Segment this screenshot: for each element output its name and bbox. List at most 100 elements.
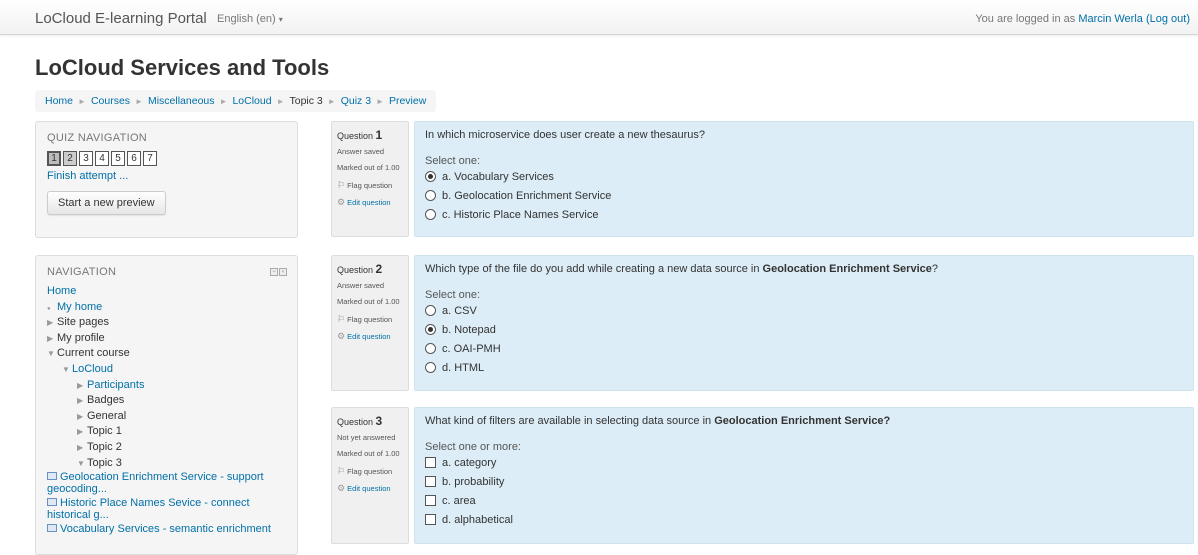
answer-radio[interactable] xyxy=(425,362,436,373)
nav-tree-item: ▼ Current course xyxy=(47,346,289,362)
triangle-right-icon[interactable]: ▶ xyxy=(47,331,57,347)
answer-option-label[interactable]: a. CSV xyxy=(442,305,477,317)
navigation-block: NAVIGATION − ‹ Home ● My home ▶ Site pages ▶ M… xyxy=(35,255,298,555)
nav-tree-item: ▶ Site pages xyxy=(47,315,289,331)
triangle-down-icon[interactable]: ▼ xyxy=(77,456,87,472)
answer-option[interactable]: b. Geolocation Enrichment Service xyxy=(425,186,1183,205)
question-number: 3 xyxy=(375,414,383,428)
quiz-question-button-4[interactable]: 4 xyxy=(95,151,109,166)
answer-option-label[interactable]: d. HTML xyxy=(442,362,484,374)
nav-tree-label[interactable]: LoCloud xyxy=(72,363,113,375)
answer-option-label[interactable]: c. area xyxy=(442,495,476,507)
answer-option[interactable]: c. OAI-PMH xyxy=(425,339,1183,358)
triangle-right-icon[interactable]: ▶ xyxy=(47,315,57,331)
answer-radio[interactable] xyxy=(425,171,436,182)
answer-option[interactable]: b. Notepad xyxy=(425,320,1183,339)
nav-tree-label: Topic 2 xyxy=(87,440,122,453)
flag-icon: ⚐ xyxy=(337,466,346,476)
collapse-icon[interactable]: ‹ xyxy=(279,268,287,276)
gear-icon: ⚙ xyxy=(337,331,346,341)
nav-tree-label[interactable]: My home xyxy=(57,301,102,313)
quiz-question-button-7[interactable]: 7 xyxy=(143,151,157,166)
answer-option[interactable]: c. Historic Place Names Service xyxy=(425,205,1183,224)
nav-tree-item[interactable]: ▼ LoCloud xyxy=(47,362,289,378)
answer-radio[interactable] xyxy=(425,324,436,335)
quiz-question-button-1[interactable]: 1 xyxy=(47,151,61,166)
answer-option[interactable]: a. Vocabulary Services xyxy=(425,167,1183,186)
language-menu[interactable]: English (en) ▾ xyxy=(217,13,283,25)
navigation-title: NAVIGATION xyxy=(47,266,117,278)
triangle-right-icon[interactable]: ▶ xyxy=(77,424,87,440)
edit-question-link[interactable]: ⚙ Edit question xyxy=(337,197,403,208)
edit-question-link[interactable]: ⚙ Edit question xyxy=(337,483,403,494)
answer-option[interactable]: d. alphabetical xyxy=(425,510,1183,529)
dock-icon[interactable]: − xyxy=(270,268,278,276)
answer-radio[interactable] xyxy=(425,209,436,220)
nav-tree-item[interactable]: Home xyxy=(47,284,289,300)
nav-tree-item[interactable]: ● My home xyxy=(47,300,289,316)
flag-icon: ⚐ xyxy=(337,180,346,190)
triangle-right-icon[interactable]: ▶ xyxy=(77,378,87,394)
triangle-down-icon[interactable]: ▼ xyxy=(47,346,57,362)
answer-option[interactable]: d. HTML xyxy=(425,358,1183,377)
edit-question-link[interactable]: ⚙ Edit question xyxy=(337,331,403,342)
nav-tree-item[interactable]: ▶ Participants xyxy=(47,378,289,394)
answer-option[interactable]: a. CSV xyxy=(425,301,1183,320)
breadcrumb-separator-icon: ► xyxy=(219,96,228,106)
answer-option-label[interactable]: a. category xyxy=(442,457,496,469)
block-controls: − ‹ xyxy=(270,268,287,276)
answer-option-label[interactable]: b. Geolocation Enrichment Service xyxy=(442,190,611,202)
breadcrumb-item[interactable]: LoCloud xyxy=(232,95,271,107)
answer-radio[interactable] xyxy=(425,305,436,316)
answer-checkbox[interactable] xyxy=(425,457,436,468)
breadcrumb-item[interactable]: Home xyxy=(45,95,73,107)
quiz-question-button-6[interactable]: 6 xyxy=(127,151,141,166)
answer-radio[interactable] xyxy=(425,343,436,354)
answer-checkbox[interactable] xyxy=(425,514,436,525)
answer-option-label[interactable]: c. Historic Place Names Service xyxy=(442,209,599,221)
answer-option-label[interactable]: c. OAI-PMH xyxy=(442,343,501,355)
edit-question-label: Edit question xyxy=(347,484,391,493)
nav-tree-label[interactable]: Historic Place Names Sevice - connect hi… xyxy=(47,497,250,521)
flag-question-toggle[interactable]: ⚐ Flag question xyxy=(337,180,403,191)
answer-option[interactable]: a. category xyxy=(425,453,1183,472)
nav-tree-label[interactable]: Geolocation Enrichment Service - support… xyxy=(47,471,264,495)
nav-tree-item[interactable]: Historic Place Names Sevice - connect hi… xyxy=(47,497,289,523)
quiz-question-button-2[interactable]: 2 xyxy=(63,151,77,166)
question-label: Question xyxy=(337,131,374,141)
breadcrumb-item[interactable]: Quiz 3 xyxy=(341,95,371,107)
user-profile-link[interactable]: Marcin Werla xyxy=(1078,13,1143,25)
breadcrumb-item[interactable]: Miscellaneous xyxy=(148,95,215,107)
answer-option-label[interactable]: b. Notepad xyxy=(442,324,496,336)
answer-option-label[interactable]: d. alphabetical xyxy=(442,514,513,526)
quiz-question-button-5[interactable]: 5 xyxy=(111,151,125,166)
flag-question-toggle[interactable]: ⚐ Flag question xyxy=(337,314,403,325)
answer-option-label[interactable]: b. probability xyxy=(442,476,504,488)
nav-tree-label[interactable]: Vocabulary Services - semantic enrichmen… xyxy=(60,523,271,535)
nav-tree-item[interactable]: Vocabulary Services - semantic enrichmen… xyxy=(47,523,289,538)
quiz-question-button-3[interactable]: 3 xyxy=(79,151,93,166)
answer-option[interactable]: b. probability xyxy=(425,472,1183,491)
answer-radio[interactable] xyxy=(425,190,436,201)
question-mark: Marked out of 1.00 xyxy=(337,163,400,172)
flag-question-label: Flag question xyxy=(347,181,393,190)
nav-tree-item[interactable]: Geolocation Enrichment Service - support… xyxy=(47,471,289,497)
question-label: Question xyxy=(337,265,374,275)
breadcrumb-item[interactable]: Courses xyxy=(91,95,130,107)
triangle-right-icon[interactable]: ▶ xyxy=(77,393,87,409)
answer-option[interactable]: c. area xyxy=(425,491,1183,510)
site-brand-link[interactable]: LoCloud E-learning Portal xyxy=(35,10,207,27)
start-new-preview-button[interactable]: Start a new preview xyxy=(47,191,166,215)
triangle-down-icon[interactable]: ▼ xyxy=(62,362,72,378)
logout-link[interactable]: (Log out) xyxy=(1146,13,1190,25)
breadcrumb-item[interactable]: Preview xyxy=(389,95,426,107)
triangle-right-icon[interactable]: ▶ xyxy=(77,409,87,425)
answer-option-label[interactable]: a. Vocabulary Services xyxy=(442,171,554,183)
nav-tree-label[interactable]: Participants xyxy=(87,379,144,391)
flag-question-toggle[interactable]: ⚐ Flag question xyxy=(337,466,403,477)
answer-checkbox[interactable] xyxy=(425,495,436,506)
triangle-right-icon[interactable]: ▶ xyxy=(77,440,87,456)
finish-attempt-link[interactable]: Finish attempt ... xyxy=(47,170,128,182)
answer-checkbox[interactable] xyxy=(425,476,436,487)
nav-tree-label[interactable]: Home xyxy=(47,285,76,297)
